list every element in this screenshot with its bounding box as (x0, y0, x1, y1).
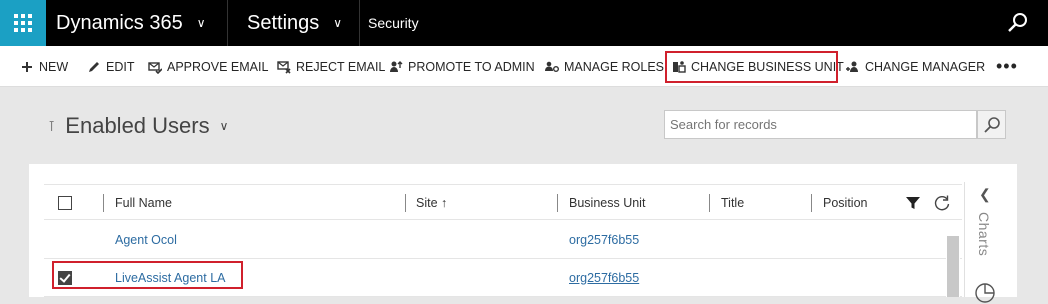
scrollbar-thumb[interactable] (947, 236, 959, 297)
refresh-icon (934, 195, 950, 211)
command-bar: NEW EDIT APPROVE EMAIL REJECT EMAIL PROM… (0, 46, 1048, 87)
reject-email-button[interactable]: REJECT EMAIL (277, 46, 385, 87)
refresh-button[interactable] (933, 185, 951, 221)
column-divider (405, 194, 406, 212)
column-divider (709, 194, 710, 212)
select-all-checkbox[interactable] (58, 185, 72, 221)
breadcrumb-label: Security (368, 15, 419, 31)
manage-roles-label: MANAGE ROLES (564, 59, 665, 74)
area-switcher[interactable]: Settings ∨ (247, 0, 342, 46)
view-title: Enabled Users (65, 113, 210, 138)
search-icon (983, 116, 1000, 133)
reject-email-label: REJECT EMAIL (296, 59, 386, 74)
charts-pane[interactable]: ❮ Charts (964, 182, 1006, 303)
breadcrumb[interactable]: Security (368, 0, 419, 46)
approve-email-button[interactable]: APPROVE EMAIL (148, 46, 268, 87)
edit-label: EDIT (106, 59, 135, 74)
column-header-business-unit[interactable]: Business Unit (569, 185, 645, 221)
plus-icon (22, 61, 32, 72)
reject-email-icon (277, 60, 291, 74)
nav-divider (227, 0, 228, 46)
app-switcher[interactable]: Dynamics 365 ∨ (56, 0, 206, 46)
change-manager-button[interactable]: CHANGE MANAGER (846, 46, 985, 87)
chevron-left-icon[interactable]: ❮ (979, 186, 991, 203)
pie-chart-icon (975, 283, 995, 303)
column-divider (811, 194, 812, 212)
charts-label: Charts (976, 212, 992, 257)
chevron-down-icon: ∨ (196, 16, 206, 30)
edit-button[interactable]: EDIT (87, 46, 134, 87)
full-name-link[interactable]: Agent Ocol (115, 221, 177, 258)
business-unit-link[interactable]: org257f6b55 (569, 221, 639, 258)
column-header-title[interactable]: Title (721, 185, 744, 221)
view-selector[interactable]: ⊺ Enabled Users ∨ (48, 113, 228, 139)
approve-email-icon (148, 61, 162, 74)
approve-email-label: APPROVE EMAIL (167, 59, 269, 74)
column-divider (557, 194, 558, 212)
table-row[interactable]: Agent Ocol org257f6b55 (44, 221, 962, 259)
pin-icon[interactable]: ⊺ (48, 118, 55, 135)
top-nav-bar: Dynamics 365 ∨ Settings ∨ Security (0, 0, 1048, 46)
grid-header: Full Name Site ↑ Business Unit Title Pos… (44, 184, 962, 220)
highlight-box-change-business-unit (665, 51, 838, 83)
column-header-full-name[interactable]: Full Name (115, 185, 172, 221)
area-title: Settings (247, 11, 320, 34)
search-icon[interactable] (1006, 11, 1030, 35)
pencil-icon (89, 61, 99, 72)
search-records-button[interactable] (977, 110, 1006, 139)
business-unit-link[interactable]: org257f6b55 (569, 259, 639, 296)
new-button[interactable]: NEW (20, 46, 68, 87)
promote-to-admin-label: PROMOTE TO ADMIN (408, 59, 535, 74)
filter-button[interactable] (905, 185, 921, 221)
search-records-input[interactable] (664, 110, 977, 139)
manage-roles-icon (545, 61, 559, 72)
app-launcher-button[interactable] (0, 0, 46, 46)
change-manager-icon (846, 61, 858, 72)
more-commands-button[interactable]: ••• (996, 46, 1018, 87)
change-manager-label: CHANGE MANAGER (865, 59, 986, 74)
promote-to-admin-button[interactable]: PROMOTE TO ADMIN (389, 46, 535, 87)
chevron-down-icon: ∨ (333, 16, 343, 30)
chevron-down-icon: ∨ (219, 119, 229, 133)
manage-roles-button[interactable]: MANAGE ROLES (545, 46, 664, 87)
app-title: Dynamics 365 (56, 11, 183, 34)
new-label: NEW (39, 59, 69, 74)
nav-divider (359, 0, 360, 46)
column-header-site[interactable]: Site ↑ (416, 185, 447, 221)
filter-icon (906, 197, 920, 209)
highlight-box-selected-user (52, 261, 243, 289)
promote-icon (390, 60, 403, 72)
checkbox (58, 196, 72, 210)
column-divider (103, 194, 104, 212)
waffle-icon (14, 14, 32, 32)
column-header-position[interactable]: Position (823, 185, 867, 221)
